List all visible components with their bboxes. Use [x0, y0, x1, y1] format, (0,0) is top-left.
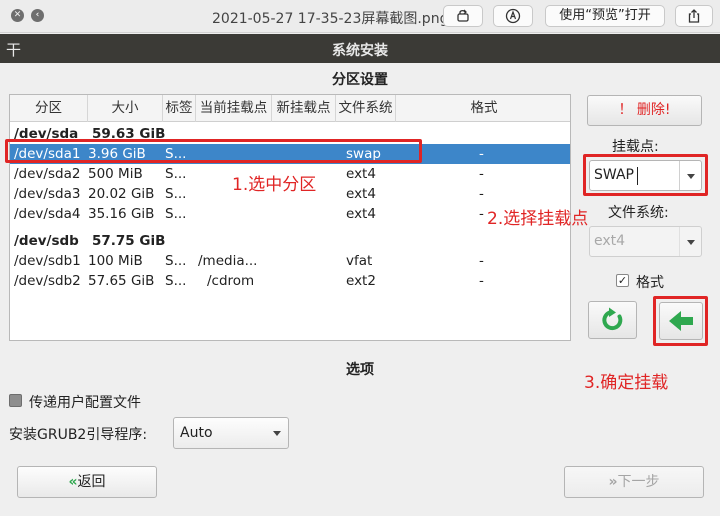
- cell-device: /dev/sda4: [14, 206, 81, 222]
- double-chevron-left-icon: «: [68, 474, 78, 490]
- cell-filesystem: ext4: [346, 166, 376, 182]
- col-header-size[interactable]: 大小: [88, 95, 163, 122]
- cell-device: /dev/sda3: [14, 186, 81, 202]
- pass-user-config-label: 传递用户配置文件: [29, 395, 141, 411]
- col-header-current-mount[interactable]: 当前挂载点: [196, 95, 272, 122]
- open-with-preview-button[interactable]: 使用“预览”打开: [545, 5, 665, 27]
- double-chevron-right-icon: »: [608, 474, 618, 490]
- cell-size: 500 MiB: [88, 166, 143, 182]
- grub-label: 安装GRUB2引导程序:: [9, 427, 148, 443]
- options-section-title: 选项: [346, 362, 374, 378]
- cell-current-mount: /media...: [198, 253, 258, 269]
- cell-device: /dev/sdb: [14, 233, 79, 249]
- partition-table-header: 分区 大小 标签 当前挂载点 新挂载点 文件系统 格式: [10, 95, 570, 122]
- col-header-new-mount[interactable]: 新挂载点: [272, 95, 336, 122]
- share-button[interactable]: [675, 5, 713, 27]
- col-header-partition[interactable]: 分区: [10, 95, 88, 122]
- filesystem-value: ext4: [594, 233, 626, 249]
- refresh-icon: [601, 307, 622, 331]
- annotation-step2: 2.选择挂载点: [487, 209, 589, 229]
- app-title: 系统安装: [332, 43, 388, 59]
- pass-user-config-checkbox[interactable]: [9, 394, 22, 407]
- col-header-format[interactable]: 格式: [396, 95, 570, 122]
- markup-button[interactable]: [493, 5, 533, 27]
- partition-section-title: 分区设置: [332, 72, 388, 88]
- annotation-box-selected-row: [5, 139, 422, 163]
- cell-filesystem: ext4: [346, 206, 376, 222]
- close-icon[interactable]: ✕: [11, 9, 24, 22]
- cell-label: S...: [165, 273, 187, 289]
- cell-device: /dev/sdb2: [14, 273, 81, 289]
- back-icon[interactable]: ‹: [31, 9, 44, 22]
- rotate-icon: [457, 9, 469, 22]
- cell-filesystem: ext2: [346, 273, 376, 289]
- format-label: 格式: [636, 275, 664, 291]
- cell-current-mount: /cdrom: [207, 273, 255, 289]
- grub-combo[interactable]: Auto: [173, 417, 289, 449]
- cell-format: -: [479, 186, 484, 202]
- mount-point-label: 挂载点:: [612, 139, 659, 155]
- cell-format: -: [479, 206, 484, 222]
- filesystem-combo[interactable]: ext4: [589, 226, 702, 257]
- app-titlebar: 干 系统安装: [0, 34, 720, 63]
- markup-icon: [505, 8, 521, 24]
- cell-label: S...: [165, 206, 187, 222]
- back-button[interactable]: «返回: [17, 466, 157, 498]
- annotation-box-mount-point: [583, 154, 708, 196]
- next-button-label: 下一步: [617, 474, 660, 490]
- chevron-down-icon[interactable]: [679, 227, 701, 256]
- partition-row[interactable]: /dev/sdb2 57.65 GiB S... /cdrom ext2 -: [10, 271, 570, 291]
- cell-format: -: [479, 273, 484, 289]
- filesystem-label: 文件系统:: [608, 205, 669, 221]
- next-button[interactable]: »下一步: [564, 466, 704, 498]
- col-header-label[interactable]: 标签: [163, 95, 196, 122]
- rotate-button[interactable]: [443, 5, 483, 27]
- cell-filesystem: vfat: [346, 253, 373, 269]
- format-checkbox[interactable]: ✓: [616, 274, 629, 287]
- cell-label: S...: [165, 186, 187, 202]
- cell-label: S...: [165, 166, 187, 182]
- cell-format: -: [479, 146, 484, 162]
- cell-device: /dev/sda2: [14, 166, 81, 182]
- back-button-label: 返回: [77, 474, 106, 490]
- cell-format: -: [479, 253, 484, 269]
- partition-row[interactable]: /dev/sdb1 100 MiB S... /media... vfat -: [10, 251, 570, 271]
- refresh-button[interactable]: [588, 301, 637, 339]
- delete-button[interactable]: ！ 删除!: [587, 95, 702, 126]
- cell-device: /dev/sdb1: [14, 253, 81, 269]
- preview-filename: 2021-05-27 17-35-23屏幕截图.png: [212, 11, 449, 27]
- col-header-filesystem[interactable]: 文件系统: [336, 95, 396, 122]
- preview-titlebar: ✕ ‹ 2021-05-27 17-35-23屏幕截图.png 使用“预览”打开: [0, 0, 720, 33]
- grub-value: Auto: [180, 425, 213, 441]
- disk-row[interactable]: /dev/sdb 57.75 GiB: [10, 231, 570, 251]
- cell-size: 57.75 GiB: [92, 233, 166, 249]
- annotation-box-apply: [653, 296, 708, 346]
- annotation-step1: 1.选中分区: [232, 175, 317, 195]
- cell-size: 35.16 GiB: [88, 206, 155, 222]
- cell-filesystem: ext4: [346, 186, 376, 202]
- cell-size: 100 MiB: [88, 253, 143, 269]
- cell-size: 57.65 GiB: [88, 273, 155, 289]
- cell-label: S...: [165, 253, 187, 269]
- chevron-down-icon[interactable]: [266, 418, 288, 448]
- cell-format: -: [479, 166, 484, 182]
- share-icon: [688, 9, 700, 23]
- cell-size: 20.02 GiB: [88, 186, 155, 202]
